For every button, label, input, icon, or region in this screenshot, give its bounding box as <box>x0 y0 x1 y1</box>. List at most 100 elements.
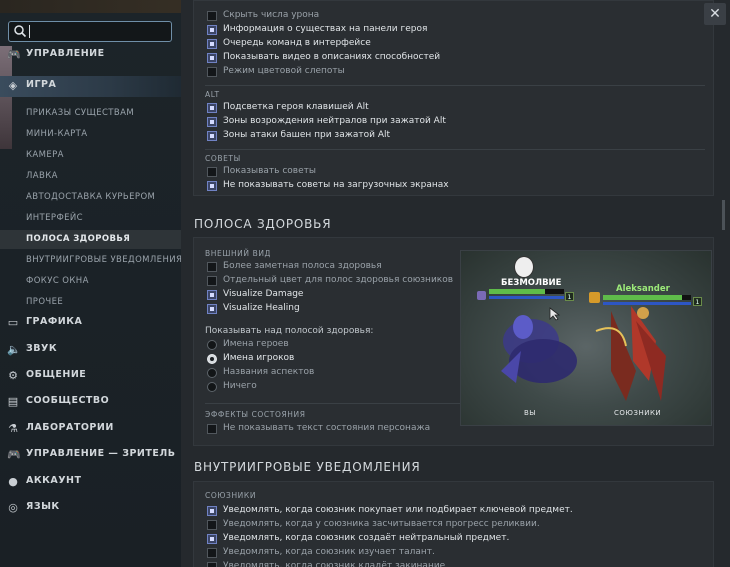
sidebar-item[interactable]: 🔈 Звук <box>0 340 181 361</box>
radio-button[interactable] <box>207 340 217 350</box>
sidebar-subitem-label: Прочее <box>26 297 64 307</box>
ally-name: Aleksander <box>616 284 670 294</box>
checkbox-label: Зоны возрождения нейтралов при зажатой A… <box>223 116 446 126</box>
sidebar-subitem[interactable]: Полоса здоровья <box>0 230 181 249</box>
settings-sidebar: 🎮 Управление ◈ Игра ▭ Графика 🔈 Звук ⚙ Общение ▤ Со… <box>0 13 182 567</box>
alt-group-title: ALT <box>205 90 220 99</box>
preview-scene <box>501 306 666 401</box>
checkbox[interactable] <box>207 290 217 300</box>
ally-facet-icon <box>589 292 600 303</box>
checkbox[interactable] <box>207 304 217 314</box>
radio-label: Имена героев <box>223 339 289 349</box>
sidebar-item[interactable]: ▤ Сообщество <box>0 392 181 413</box>
sidebar-item[interactable]: ● Аккаунт <box>0 472 181 493</box>
close-button[interactable]: ✕ <box>704 3 726 25</box>
checkbox[interactable] <box>207 506 217 516</box>
show-above-label: Показывать над полосой здоровья: <box>205 326 374 336</box>
text-caret <box>29 25 30 38</box>
sidebar-subitem[interactable]: Прочее <box>0 293 181 312</box>
checkbox[interactable] <box>207 67 217 77</box>
ally-manabar <box>603 302 691 305</box>
checkbox[interactable] <box>207 167 217 177</box>
flask-icon: ⚗ <box>8 422 18 435</box>
sidebar-item[interactable]: ◈ Игра <box>0 76 181 97</box>
radio-button[interactable] <box>207 382 217 392</box>
sidebar-subitem[interactable]: Камера <box>0 146 181 165</box>
sidebar-item-label: Графика <box>26 316 83 327</box>
divider <box>205 403 465 404</box>
notifications-panel: Союзники Уведомлять, когда союзник покуп… <box>193 481 714 567</box>
enemy-facet-icon <box>477 291 486 300</box>
checkbox[interactable] <box>207 53 217 63</box>
sidebar-subitem-label: Полоса здоровья <box>26 234 131 244</box>
sidebar-item-label: Игра <box>26 79 57 90</box>
checkbox[interactable] <box>207 181 217 191</box>
preview-allies-label: союзники <box>614 409 662 417</box>
scrollbar[interactable] <box>722 200 725 230</box>
radio-label: Имена игроков <box>223 353 295 363</box>
user-icon: ● <box>8 475 18 488</box>
checkbox-label: Уведомлять, когда союзник кладёт закинан… <box>223 561 446 567</box>
checkbox[interactable] <box>207 25 217 35</box>
speaker-icon: 🔈 <box>7 343 21 356</box>
sidebar-subitem[interactable]: Приказы существам <box>0 104 181 123</box>
gamepad-icon: 🎮 <box>7 448 21 461</box>
enemy-level: 1 <box>565 292 574 301</box>
checkbox-label: Visualize Damage <box>223 289 304 299</box>
checkbox[interactable] <box>207 262 217 272</box>
checkbox[interactable] <box>207 534 217 544</box>
checkbox-label: Информация о существах на панели героя <box>223 24 428 34</box>
radio-button[interactable] <box>207 368 217 378</box>
healthbar-preview: БЕЗМОЛВИЕ 1 Aleksander 1 вы союзники <box>460 250 712 426</box>
sidebar-item-label: Звук <box>26 343 58 354</box>
sidebar-subitem[interactable]: Мини-карта <box>0 125 181 144</box>
sidebar-subitem[interactable]: Автодоставка курьером <box>0 188 181 207</box>
checkbox[interactable] <box>207 520 217 530</box>
sidebar-item-label: Общение <box>26 369 87 380</box>
checkbox[interactable] <box>207 562 217 567</box>
sidebar-item-label: Управление — зритель <box>26 448 176 459</box>
sidebar-subitem-label: Лавка <box>26 171 58 181</box>
checkbox[interactable] <box>207 103 217 113</box>
sidebar-subitem[interactable]: Внутриигровые уведомления <box>0 251 182 270</box>
sidebar-item-label: Сообщество <box>26 395 110 406</box>
checkbox-label: Зоны атаки башен при зажатой Alt <box>223 130 391 140</box>
checkbox-label: Не показывать текст состояния персонажа <box>223 423 431 433</box>
sidebar-item[interactable]: ◎ Язык <box>0 498 181 519</box>
checkbox-label: Показывать советы <box>223 166 316 176</box>
sidebar-subitem-label: Приказы существам <box>26 108 135 118</box>
game-options-panel: Скрыть числа урона Информация о существах… <box>193 0 714 196</box>
checkbox[interactable] <box>207 11 217 21</box>
sidebar-item[interactable]: 🎮 Управление — зритель <box>0 445 181 466</box>
notifications-section-title: Внутриигровые уведомления <box>194 460 421 474</box>
globe-icon: ◎ <box>8 501 18 514</box>
checkbox-label: Более заметная полоса здоровья <box>223 261 382 271</box>
sidebar-subitem-label: Мини-карта <box>26 129 88 139</box>
enemy-manabar <box>489 296 564 299</box>
sidebar-item[interactable]: ▭ Графика <box>0 313 181 334</box>
sidebar-item[interactable]: ⚙ Общение <box>0 366 181 387</box>
checkbox-label: Visualize Healing <box>223 303 300 313</box>
sidebar-subitem[interactable]: Лавка <box>0 167 181 186</box>
cursor-icon <box>549 307 561 321</box>
sidebar-subitem[interactable]: Фокус окна <box>0 272 181 291</box>
divider <box>205 85 705 86</box>
checkbox-label: Подсветка героя клавишей Alt <box>223 102 369 112</box>
checkbox[interactable] <box>207 276 217 286</box>
sidebar-subitem[interactable]: Интерфейс <box>0 209 181 228</box>
checkbox-label: Показывать видео в описаниях способносте… <box>223 52 441 62</box>
sidebar-item[interactable]: 🎮 Управление <box>0 45 181 66</box>
enemy-name: БЕЗМОЛВИЕ <box>501 278 562 288</box>
checkbox[interactable] <box>207 117 217 127</box>
search-input[interactable] <box>8 21 172 42</box>
sidebar-item[interactable]: ⚗ Лаборатории <box>0 419 181 440</box>
sidebar-subitem-label: Автодоставка курьером <box>26 192 156 202</box>
enemy-health-fill <box>489 289 546 294</box>
checkbox[interactable] <box>207 548 217 558</box>
sidebar-subitem-label: Фокус окна <box>26 276 89 286</box>
checkbox[interactable] <box>207 39 217 49</box>
checkbox[interactable] <box>207 424 217 434</box>
checkbox[interactable] <box>207 131 217 141</box>
radio-button[interactable] <box>207 354 217 364</box>
settings-content: Скрыть числа урона Информация о существах… <box>181 0 730 567</box>
